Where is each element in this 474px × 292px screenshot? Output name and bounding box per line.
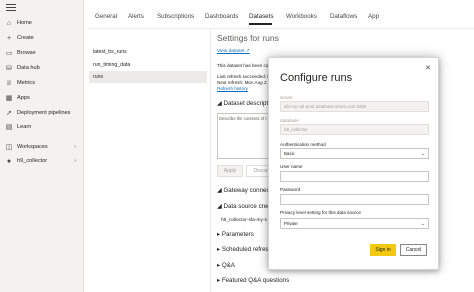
privacy-level-label: Privacy level setting for this data sour…	[280, 210, 361, 215]
dataset-item-runs[interactable]: runs	[89, 71, 207, 83]
view-dataset-link[interactable]: View dataset ↗	[217, 49, 250, 54]
nav-item-home[interactable]: ⌂ Home	[0, 16, 84, 30]
home-icon: ⌂	[6, 19, 12, 27]
nav-item-workspaces[interactable]: ◫ Workspaces ›	[0, 140, 84, 154]
nav-item-label: Create	[17, 35, 34, 41]
nav-item-label: Deployment pipelines	[17, 110, 71, 116]
auth-method-select[interactable]: Basic ⌄	[280, 148, 429, 159]
nav-item-label: Home	[17, 20, 32, 26]
section-scheduled-refresh[interactable]: ▸ Scheduled refresh	[217, 246, 272, 253]
nav-item-browse[interactable]: ▭ Browse	[0, 46, 84, 60]
left-nav: ⌂ Home + Create ▭ Browse ⛁ Data hub ♕ Me…	[0, 0, 84, 292]
apply-button[interactable]: Apply	[217, 165, 243, 177]
password-label: Password	[280, 187, 301, 192]
cancel-button[interactable]: Cancel	[400, 244, 427, 256]
gateway-datasource-row: h9_collector-sfa-my-s	[221, 218, 267, 223]
chevron-down-icon: ⌄	[420, 150, 425, 157]
dataset-info-text: This dataset has been co	[217, 63, 269, 68]
workspace-avatar-icon: ●	[6, 157, 12, 165]
tab-general[interactable]: General	[95, 13, 117, 20]
rocket-icon: ➚	[6, 109, 12, 117]
tab-app[interactable]: App	[368, 13, 379, 20]
section-parameters[interactable]: ▸ Parameters	[217, 231, 254, 238]
nav-item-label: Learn	[17, 124, 32, 130]
tabs-divider	[88, 28, 474, 29]
chevron-down-icon: ⌄	[420, 220, 425, 227]
active-tab-indicator	[249, 23, 272, 25]
nav-item-label: Workspaces	[17, 144, 48, 150]
plus-icon: +	[6, 34, 12, 42]
username-label: User name	[280, 164, 303, 169]
close-icon[interactable]: ✕	[425, 64, 431, 72]
chevron-right-icon: ›	[74, 144, 76, 150]
nav-item-label: Browse	[17, 50, 36, 56]
nav-item-apps[interactable]: ▦ Apps	[0, 91, 84, 105]
username-field[interactable]	[280, 171, 429, 182]
book-icon: ▤	[5, 123, 13, 131]
description-placeholder: Describe the contents of t	[219, 116, 267, 121]
section-dataset-description[interactable]: ◢ Dataset descriptio	[217, 100, 273, 107]
tab-datasets[interactable]: Datasets	[249, 13, 273, 20]
settings-title: Settings for runs	[217, 33, 279, 43]
database-label: database	[280, 118, 299, 123]
dialog-title: Configure runs	[280, 72, 353, 84]
trophy-icon: ♕	[5, 79, 13, 87]
configure-dialog: ✕ Configure runs server sfa-my-sql-prod.…	[268, 57, 439, 270]
privacy-level-select[interactable]: Private ⌄	[280, 218, 429, 229]
section-gateway-connection[interactable]: ◢ Gateway connecti	[217, 187, 273, 194]
next-refresh-text: Next refresh: Mon Aug 2	[217, 80, 267, 85]
apps-icon: ▦	[5, 94, 13, 102]
nav-item-metrics[interactable]: ♕ Metrics	[0, 76, 84, 90]
workspaces-icon: ◫	[5, 143, 13, 151]
nav-item-label: h9_collector	[17, 158, 48, 164]
server-field: sfa-my-sql-prod.database.azure.com:3306	[280, 101, 429, 112]
last-refresh-text: Last refresh succeeded: M	[217, 74, 272, 79]
nav-item-data-hub[interactable]: ⛁ Data hub	[0, 61, 84, 75]
nav-item-learn[interactable]: ▤ Learn	[0, 120, 84, 134]
nav-item-label: Data hub	[17, 65, 40, 71]
dataset-item-run-timing-data[interactable]: run_timing_data	[89, 59, 207, 71]
section-featured-qa-questions[interactable]: ▸ Featured Q&A questions	[217, 277, 289, 284]
list-divider	[210, 29, 211, 292]
tab-alerts[interactable]: Alerts	[128, 13, 144, 20]
server-label: server	[280, 95, 293, 100]
nav-item-h9-collector[interactable]: ● h9_collector ›	[0, 154, 84, 168]
tab-dataflows[interactable]: Dataflows	[330, 13, 357, 20]
nav-item-deployment-pipelines[interactable]: ➚ Deployment pipelines	[0, 106, 84, 120]
dataset-item-latest-bs-runs[interactable]: latest_bs_runs	[89, 46, 207, 58]
nav-item-label: Metrics	[17, 80, 36, 86]
refresh-history-link[interactable]: Refresh history	[217, 86, 248, 91]
nav-item-create[interactable]: + Create	[0, 31, 84, 45]
cylinder-icon: ⛁	[6, 64, 12, 72]
tab-subscriptions[interactable]: Subscriptions	[157, 13, 194, 20]
hamburger-menu-icon[interactable]	[6, 4, 16, 12]
folder-icon: ▭	[5, 49, 13, 57]
sign-in-button[interactable]: Sign in	[370, 244, 396, 256]
section-qa[interactable]: ▸ Q&A	[217, 262, 235, 269]
auth-method-label: Authentication method	[280, 142, 326, 147]
database-field: h9_collector	[280, 124, 429, 135]
nav-item-label: Apps	[17, 95, 30, 101]
chevron-right-icon: ›	[74, 158, 76, 164]
tab-workbooks[interactable]: Workbooks	[286, 13, 317, 20]
section-data-source-credentials[interactable]: ◢ Data source crede	[217, 203, 274, 210]
tab-dashboards[interactable]: Dashboards	[205, 13, 238, 20]
password-field[interactable]	[280, 194, 429, 205]
